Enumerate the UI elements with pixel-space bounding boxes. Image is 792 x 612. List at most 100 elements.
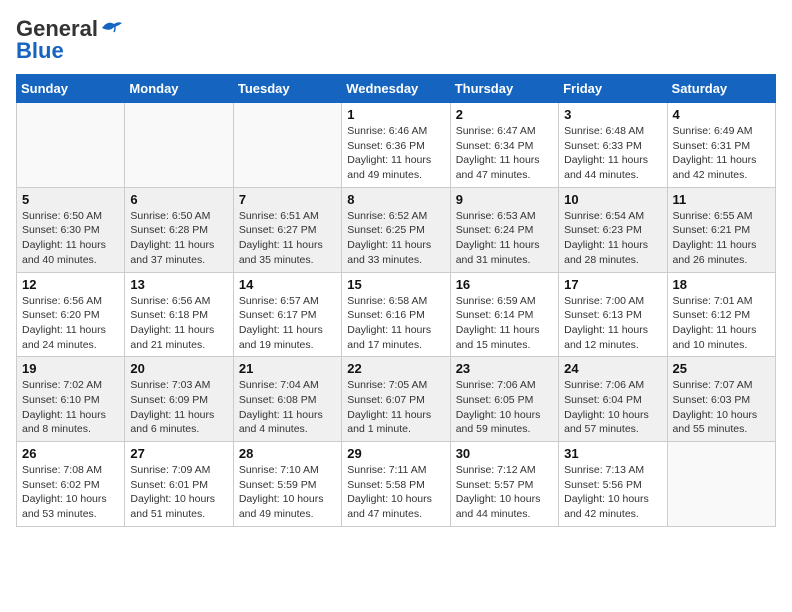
day-number: 7 [239, 192, 336, 207]
calendar-cell: 14 Sunrise: 6:57 AMSunset: 6:17 PMDayligh… [233, 272, 341, 357]
calendar-cell: 30 Sunrise: 7:12 AMSunset: 5:57 PMDayligh… [450, 442, 558, 527]
col-header-saturday: Saturday [667, 75, 775, 103]
logo-blue: Blue [16, 38, 64, 64]
day-number: 13 [130, 277, 227, 292]
calendar-cell: 31 Sunrise: 7:13 AMSunset: 5:56 PMDayligh… [559, 442, 667, 527]
calendar-cell: 9 Sunrise: 6:53 AMSunset: 6:24 PMDaylight… [450, 187, 558, 272]
calendar-cell [233, 103, 341, 188]
day-number: 31 [564, 446, 661, 461]
day-info: Sunrise: 6:55 AMSunset: 6:21 PMDaylight:… [673, 209, 770, 268]
day-number: 3 [564, 107, 661, 122]
calendar-cell: 21Sunrise: 7:04 AMSunset: 6:08 PMDayligh… [233, 357, 341, 442]
calendar-cell: 13 Sunrise: 6:56 AMSunset: 6:18 PMDayligh… [125, 272, 233, 357]
day-info: Sunrise: 7:07 AMSunset: 6:03 PMDaylight:… [673, 378, 770, 437]
day-info: Sunrise: 7:12 AMSunset: 5:57 PMDaylight:… [456, 463, 553, 522]
day-info: Sunrise: 6:54 AMSunset: 6:23 PMDaylight:… [564, 209, 661, 268]
calendar-cell: 7 Sunrise: 6:51 AMSunset: 6:27 PMDaylight… [233, 187, 341, 272]
calendar-cell: 2 Sunrise: 6:47 AMSunset: 6:34 PMDaylight… [450, 103, 558, 188]
calendar-cell: 5 Sunrise: 6:50 AMSunset: 6:30 PMDaylight… [17, 187, 125, 272]
calendar-cell: 27 Sunrise: 7:09 AMSunset: 6:01 PMDayligh… [125, 442, 233, 527]
page-header: General Blue [16, 16, 776, 64]
day-number: 15 [347, 277, 444, 292]
calendar-cell: 17 Sunrise: 7:00 AMSunset: 6:13 PMDayligh… [559, 272, 667, 357]
day-number: 9 [456, 192, 553, 207]
calendar-cell: 6 Sunrise: 6:50 AMSunset: 6:28 PMDaylight… [125, 187, 233, 272]
day-number: 10 [564, 192, 661, 207]
day-number: 19 [22, 361, 119, 376]
calendar-cell: 19 Sunrise: 7:02 AMSunset: 6:10 PMDayligh… [17, 357, 125, 442]
calendar-cell: 26 Sunrise: 7:08 AMSunset: 6:02 PMDayligh… [17, 442, 125, 527]
calendar-cell: 23 Sunrise: 7:06 AMSunset: 6:05 PMDayligh… [450, 357, 558, 442]
day-number: 18 [673, 277, 770, 292]
day-number: 27 [130, 446, 227, 461]
col-header-tuesday: Tuesday [233, 75, 341, 103]
calendar-cell: 1 Sunrise: 6:46 AMSunset: 6:36 PMDaylight… [342, 103, 450, 188]
day-info: Sunrise: 6:50 AMSunset: 6:30 PMDaylight:… [22, 209, 119, 268]
calendar-cell: 18 Sunrise: 7:01 AMSunset: 6:12 PMDayligh… [667, 272, 775, 357]
day-number: 14 [239, 277, 336, 292]
calendar-cell: 15 Sunrise: 6:58 AMSunset: 6:16 PMDayligh… [342, 272, 450, 357]
calendar-cell: 16Sunrise: 6:59 AMSunset: 6:14 PMDayligh… [450, 272, 558, 357]
day-number: 28 [239, 446, 336, 461]
day-info: Sunrise: 6:47 AMSunset: 6:34 PMDaylight:… [456, 124, 553, 183]
day-info: Sunrise: 6:57 AMSunset: 6:17 PMDaylight:… [239, 294, 336, 353]
day-number: 20 [130, 361, 227, 376]
day-number: 11 [673, 192, 770, 207]
day-info: Sunrise: 7:03 AMSunset: 6:09 PMDaylight:… [130, 378, 227, 437]
day-info: Sunrise: 6:48 AMSunset: 6:33 PMDaylight:… [564, 124, 661, 183]
day-info: Sunrise: 6:51 AMSunset: 6:27 PMDaylight:… [239, 209, 336, 268]
calendar-cell: 20 Sunrise: 7:03 AMSunset: 6:09 PMDayligh… [125, 357, 233, 442]
day-info: Sunrise: 7:02 AMSunset: 6:10 PMDaylight:… [22, 378, 119, 437]
calendar-cell: 12Sunrise: 6:56 AMSunset: 6:20 PMDayligh… [17, 272, 125, 357]
calendar-cell [125, 103, 233, 188]
calendar-cell: 8 Sunrise: 6:52 AMSunset: 6:25 PMDaylight… [342, 187, 450, 272]
day-number: 2 [456, 107, 553, 122]
calendar-cell: 22 Sunrise: 7:05 AMSunset: 6:07 PMDayligh… [342, 357, 450, 442]
calendar-cell: 4Sunrise: 6:49 AMSunset: 6:31 PMDaylight… [667, 103, 775, 188]
calendar-header-row: SundayMondayTuesdayWednesdayThursdayFrid… [17, 75, 776, 103]
calendar-cell: 11 Sunrise: 6:55 AMSunset: 6:21 PMDayligh… [667, 187, 775, 272]
calendar-week-row: 12Sunrise: 6:56 AMSunset: 6:20 PMDayligh… [17, 272, 776, 357]
col-header-thursday: Thursday [450, 75, 558, 103]
calendar-cell: 25 Sunrise: 7:07 AMSunset: 6:03 PMDayligh… [667, 357, 775, 442]
day-number: 26 [22, 446, 119, 461]
day-number: 22 [347, 361, 444, 376]
day-info: Sunrise: 7:10 AMSunset: 5:59 PMDaylight:… [239, 463, 336, 522]
calendar-cell [17, 103, 125, 188]
calendar-week-row: 1 Sunrise: 6:46 AMSunset: 6:36 PMDaylight… [17, 103, 776, 188]
day-number: 23 [456, 361, 553, 376]
day-info: Sunrise: 7:00 AMSunset: 6:13 PMDaylight:… [564, 294, 661, 353]
day-number: 12 [22, 277, 119, 292]
day-number: 29 [347, 446, 444, 461]
day-info: Sunrise: 7:06 AMSunset: 6:05 PMDaylight:… [456, 378, 553, 437]
day-number: 30 [456, 446, 553, 461]
day-info: Sunrise: 7:08 AMSunset: 6:02 PMDaylight:… [22, 463, 119, 522]
day-info: Sunrise: 6:52 AMSunset: 6:25 PMDaylight:… [347, 209, 444, 268]
day-number: 1 [347, 107, 444, 122]
day-number: 25 [673, 361, 770, 376]
day-number: 5 [22, 192, 119, 207]
calendar-cell [667, 442, 775, 527]
day-info: Sunrise: 7:11 AMSunset: 5:58 PMDaylight:… [347, 463, 444, 522]
logo-bird-icon [100, 20, 122, 36]
calendar-cell: 29 Sunrise: 7:11 AMSunset: 5:58 PMDayligh… [342, 442, 450, 527]
day-info: Sunrise: 6:56 AMSunset: 6:18 PMDaylight:… [130, 294, 227, 353]
day-number: 17 [564, 277, 661, 292]
day-info: Sunrise: 6:59 AMSunset: 6:14 PMDaylight:… [456, 294, 553, 353]
day-info: Sunrise: 6:50 AMSunset: 6:28 PMDaylight:… [130, 209, 227, 268]
col-header-monday: Monday [125, 75, 233, 103]
day-info: Sunrise: 6:53 AMSunset: 6:24 PMDaylight:… [456, 209, 553, 268]
day-info: Sunrise: 7:01 AMSunset: 6:12 PMDaylight:… [673, 294, 770, 353]
day-info: Sunrise: 7:06 AMSunset: 6:04 PMDaylight:… [564, 378, 661, 437]
day-number: 8 [347, 192, 444, 207]
logo: General Blue [16, 16, 122, 64]
calendar-cell: 3 Sunrise: 6:48 AMSunset: 6:33 PMDaylight… [559, 103, 667, 188]
day-info: Sunrise: 6:58 AMSunset: 6:16 PMDaylight:… [347, 294, 444, 353]
day-info: Sunrise: 7:09 AMSunset: 6:01 PMDaylight:… [130, 463, 227, 522]
day-info: Sunrise: 7:05 AMSunset: 6:07 PMDaylight:… [347, 378, 444, 437]
day-info: Sunrise: 6:46 AMSunset: 6:36 PMDaylight:… [347, 124, 444, 183]
col-header-friday: Friday [559, 75, 667, 103]
day-number: 6 [130, 192, 227, 207]
day-info: Sunrise: 7:13 AMSunset: 5:56 PMDaylight:… [564, 463, 661, 522]
calendar-table: SundayMondayTuesdayWednesdayThursdayFrid… [16, 74, 776, 527]
